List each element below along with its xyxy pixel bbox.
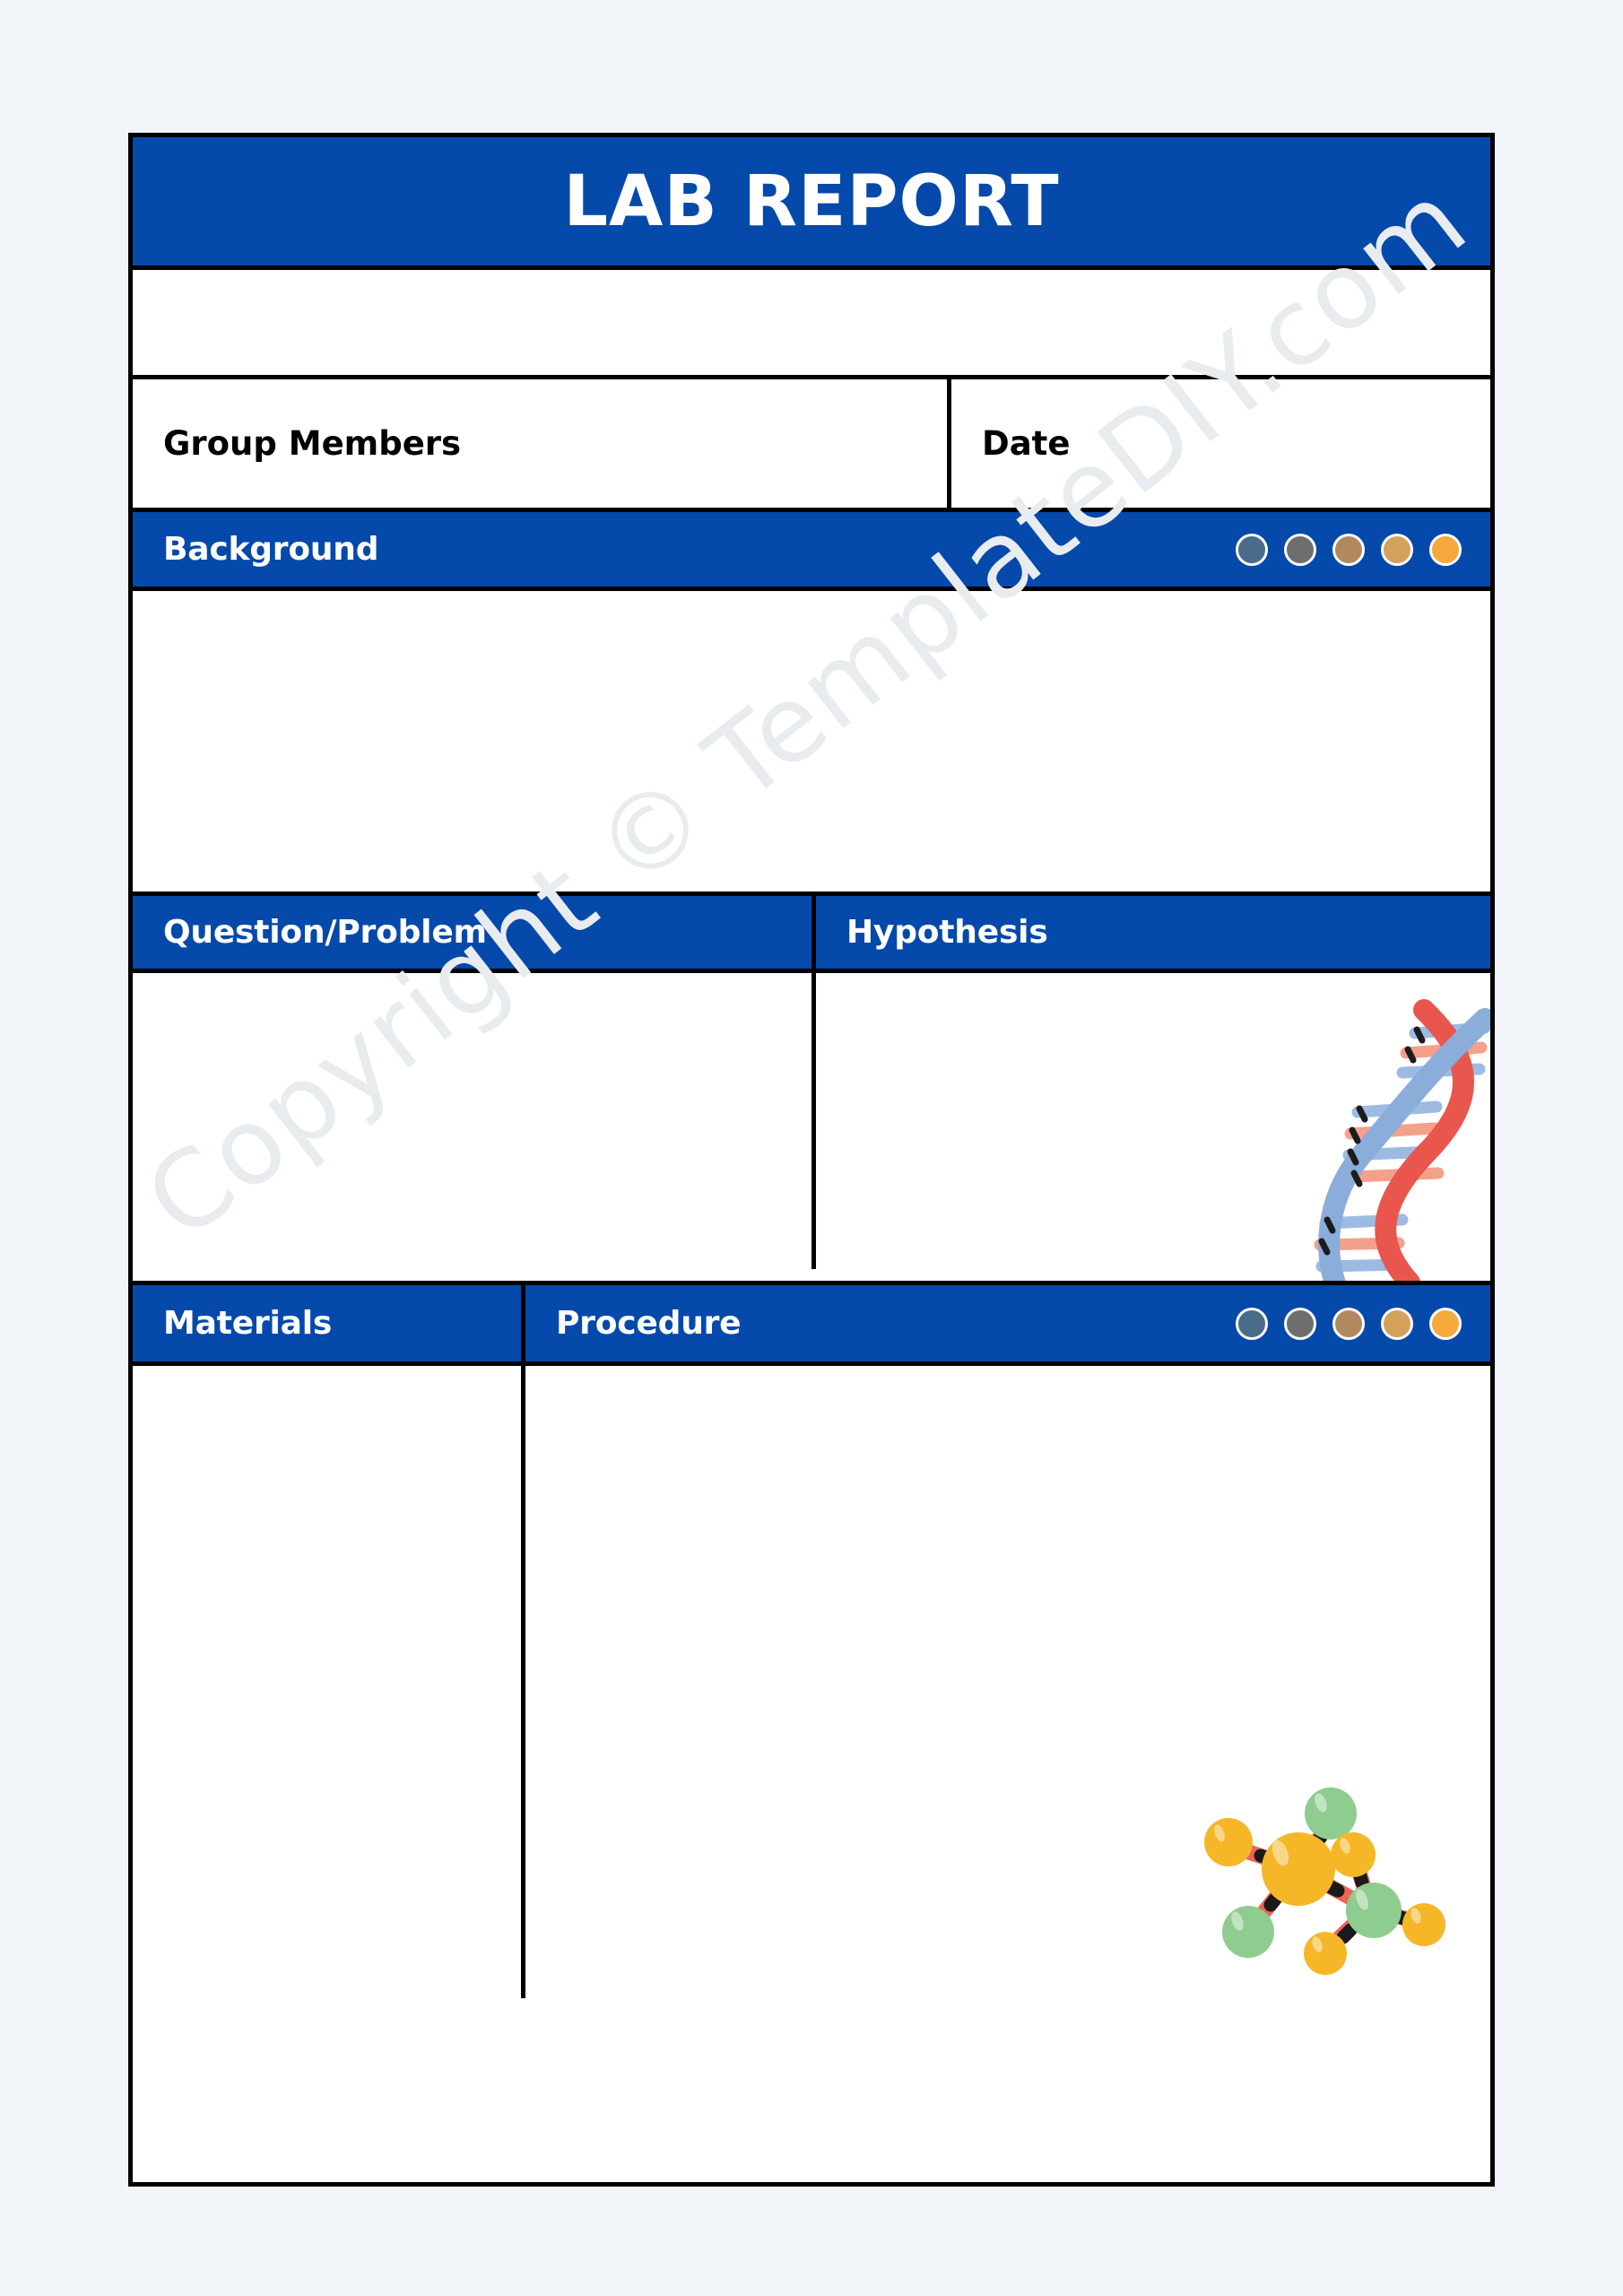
group-date-row: Group Members Date	[133, 379, 1490, 512]
procedure-label: Procedure	[556, 1304, 742, 1342]
hypothesis-section-header: Hypothesis	[816, 896, 1490, 969]
molecule-icon	[1204, 1787, 1445, 1975]
question-hypothesis-header-row: Question/Problem Hypothesis	[133, 896, 1490, 973]
lab-report-page: LAB REPORT Group Members Date Background	[0, 0, 1623, 2296]
dna-helix-icon	[1314, 999, 1490, 1281]
procedure-section-header: Procedure	[525, 1285, 1490, 1361]
decor-dot-2	[1284, 1307, 1316, 1340]
question-label: Question/Problem	[163, 913, 487, 951]
decor-dot-4	[1381, 533, 1413, 566]
decor-dot-1	[1236, 1307, 1268, 1340]
materials-label: Materials	[163, 1304, 333, 1342]
decor-dot-1	[1236, 533, 1268, 566]
procedure-dot-cluster	[1236, 1307, 1462, 1340]
materials-input-area[interactable]	[133, 1366, 525, 1998]
question-section-header: Question/Problem	[133, 896, 816, 969]
background-section-header: Background	[133, 512, 1490, 591]
page-title: LAB REPORT	[563, 161, 1060, 242]
background-label: Background	[163, 530, 379, 568]
hypothesis-input-area[interactable]	[816, 973, 1490, 1281]
decor-dot-3	[1332, 1307, 1365, 1340]
document-title-band: LAB REPORT	[133, 137, 1490, 270]
lab-report-sheet: LAB REPORT Group Members Date Background	[128, 133, 1495, 2187]
decor-dot-5	[1429, 533, 1462, 566]
hypothesis-label: Hypothesis	[846, 913, 1048, 951]
decor-dot-3	[1332, 533, 1365, 566]
question-hypothesis-body-row	[133, 973, 1490, 1285]
materials-procedure-body-row	[133, 1366, 1490, 1998]
background-input-area[interactable]	[133, 591, 1490, 896]
decor-dot-2	[1284, 533, 1316, 566]
question-input-area[interactable]	[133, 973, 816, 1269]
procedure-input-area[interactable]	[525, 1366, 1490, 1998]
materials-procedure-header-row: Materials Procedure	[133, 1285, 1490, 1366]
decor-dot-5	[1429, 1307, 1462, 1340]
group-members-cell[interactable]: Group Members	[133, 379, 951, 508]
decor-dot-4	[1381, 1307, 1413, 1340]
background-dot-cluster	[1236, 533, 1462, 566]
name-row[interactable]	[133, 270, 1490, 379]
materials-section-header: Materials	[133, 1285, 525, 1361]
date-cell[interactable]: Date	[951, 379, 1490, 508]
date-label: Date	[982, 424, 1071, 463]
group-members-label: Group Members	[163, 424, 462, 463]
